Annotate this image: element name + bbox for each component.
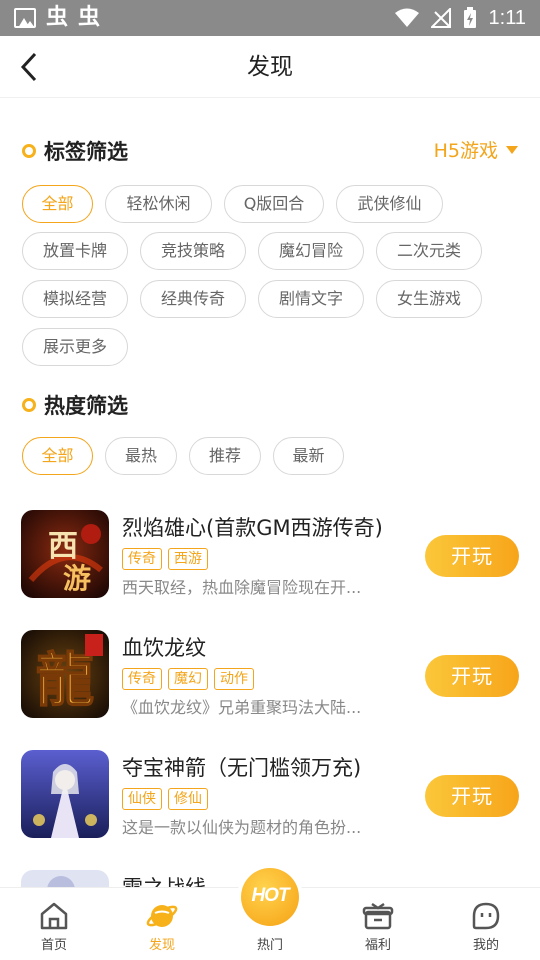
game-labels: 传奇 西游 bbox=[122, 548, 208, 570]
page-header: 发现 bbox=[0, 36, 540, 98]
platform-dropdown-label: H5游戏 bbox=[433, 140, 498, 162]
game-description: 《血饮龙纹》兄弟重聚玛法大陆... bbox=[122, 698, 362, 717]
planet-icon bbox=[146, 905, 178, 927]
heat-recommended[interactable]: 推荐 bbox=[189, 437, 261, 475]
game-icon bbox=[21, 750, 109, 838]
nav-mine[interactable]: 我的 bbox=[432, 888, 540, 960]
game-label: 传奇 bbox=[122, 548, 162, 570]
tag-all[interactable]: 全部 bbox=[22, 185, 93, 223]
game-label: 修仙 bbox=[168, 788, 208, 810]
tag-fantasy[interactable]: 魔幻冒险 bbox=[258, 232, 364, 270]
tag-casual[interactable]: 轻松休闲 bbox=[105, 185, 212, 223]
section-dot-icon bbox=[22, 144, 36, 158]
tag-female[interactable]: 女生游戏 bbox=[376, 280, 482, 318]
tag-show-more[interactable]: 展示更多 bbox=[22, 328, 128, 366]
game-labels: 仙侠 修仙 bbox=[122, 788, 208, 810]
game-label: 传奇 bbox=[122, 668, 162, 690]
battery-charging-icon bbox=[463, 7, 476, 28]
game-icon: 龍 bbox=[21, 630, 109, 718]
game-label: 动作 bbox=[214, 668, 254, 690]
play-button[interactable]: 开玩 bbox=[425, 775, 519, 817]
bug-notification-icon-2: 虫 bbox=[78, 5, 101, 30]
caret-down-icon bbox=[506, 145, 518, 154]
section-dot-icon bbox=[22, 398, 36, 412]
platform-dropdown[interactable]: H5游戏 bbox=[434, 136, 518, 163]
game-name: 血饮龙纹 bbox=[122, 636, 206, 660]
game-name: 夺宝神箭（无门槛领万充) bbox=[122, 756, 362, 780]
game-name: 烈焰雄心(首款GM西游传奇) bbox=[122, 516, 383, 540]
tag-anime[interactable]: 二次元类 bbox=[376, 232, 482, 270]
profile-icon bbox=[472, 902, 500, 930]
game-description: 这是一款以仙侠为题材的角色扮... bbox=[122, 818, 362, 837]
game-icon: 西 游 bbox=[21, 510, 109, 598]
tag-simulation[interactable]: 模拟经营 bbox=[22, 280, 128, 318]
game-description: 西天取经，热血除魔冒险现在开... bbox=[122, 578, 362, 597]
game-item[interactable]: 龍 血饮龙纹 传奇 魔幻 动作 《血饮龙纹》兄弟重聚玛法大陆... 开玩 bbox=[0, 630, 540, 730]
status-bar: 虫 虫 1:11 bbox=[0, 0, 540, 36]
hot-button[interactable]: HOT bbox=[241, 868, 299, 926]
bug-notification-icon: 虫 bbox=[46, 5, 69, 30]
no-signal-icon bbox=[430, 8, 451, 28]
heat-filter-label: 热度筛选 bbox=[44, 394, 128, 418]
heat-hottest[interactable]: 最热 bbox=[105, 437, 177, 475]
play-button[interactable]: 开玩 bbox=[425, 535, 519, 577]
nav-welfare[interactable]: 福利 bbox=[324, 888, 432, 960]
wifi-icon bbox=[394, 8, 419, 27]
page-title: 发现 bbox=[247, 54, 293, 80]
nav-hot-label: 热门 bbox=[256, 938, 283, 953]
game-icon-text: 西 bbox=[48, 529, 78, 564]
tag-strategy[interactable]: 竞技策略 bbox=[140, 232, 246, 270]
game-label: 魔幻 bbox=[168, 668, 208, 690]
home-icon bbox=[40, 902, 68, 930]
nav-discover-label: 发现 bbox=[148, 938, 175, 953]
tag-wuxia[interactable]: 武侠修仙 bbox=[336, 185, 443, 223]
status-time: 1:11 bbox=[488, 6, 526, 29]
nav-welfare-label: 福利 bbox=[364, 938, 391, 953]
play-button[interactable]: 开玩 bbox=[425, 655, 519, 697]
nav-mine-label: 我的 bbox=[472, 938, 499, 953]
hot-icon: HOT bbox=[251, 885, 289, 906]
nav-discover[interactable]: 发现 bbox=[108, 888, 216, 960]
heat-filter-title: 热度筛选 bbox=[22, 390, 128, 420]
nav-home-label: 首页 bbox=[40, 938, 67, 953]
tag-classic-legend[interactable]: 经典传奇 bbox=[140, 280, 246, 318]
nav-home[interactable]: 首页 bbox=[0, 888, 108, 960]
tag-q-turn-based[interactable]: Q版回合 bbox=[224, 185, 324, 223]
game-item[interactable]: 夺宝神箭（无门槛领万充) 仙侠 修仙 这是一款以仙侠为题材的角色扮... 开玩 bbox=[0, 750, 540, 850]
status-system: 1:11 bbox=[394, 0, 526, 36]
image-notification-icon bbox=[14, 8, 36, 28]
heat-all[interactable]: 全部 bbox=[22, 437, 93, 475]
game-label: 仙侠 bbox=[122, 788, 162, 810]
tag-idle-card[interactable]: 放置卡牌 bbox=[22, 232, 128, 270]
game-item[interactable]: 西 游 烈焰雄心(首款GM西游传奇) 传奇 西游 西天取经，热血除魔冒险现在开.… bbox=[0, 510, 540, 610]
tag-story[interactable]: 剧情文字 bbox=[258, 280, 364, 318]
svg-text:游: 游 bbox=[63, 562, 91, 595]
gift-icon bbox=[362, 902, 394, 930]
status-notifications: 虫 虫 bbox=[14, 5, 100, 31]
game-labels: 传奇 魔幻 动作 bbox=[122, 668, 254, 690]
heat-newest[interactable]: 最新 bbox=[273, 437, 344, 475]
tag-filter-label: 标签筛选 bbox=[44, 140, 128, 164]
svg-text:龍: 龍 bbox=[36, 646, 94, 714]
game-label: 西游 bbox=[168, 548, 208, 570]
tag-filter-title: 标签筛选 bbox=[22, 136, 128, 166]
